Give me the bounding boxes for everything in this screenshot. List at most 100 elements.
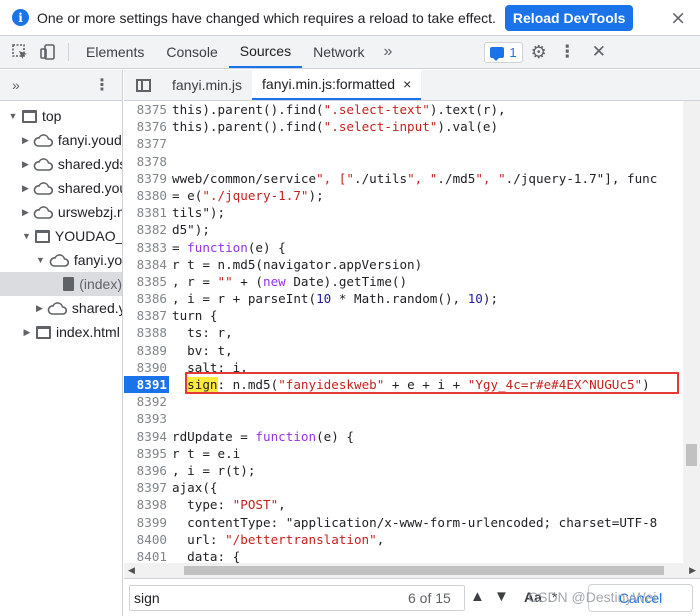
toggle-navigator-icon[interactable] <box>124 70 162 100</box>
code-line[interactable]: 8397 ajax({ <box>124 479 683 497</box>
tab-network[interactable]: Network <box>302 36 375 68</box>
tree-item[interactable]: ▶ fanyi.youdao.com <box>0 128 122 152</box>
code-line[interactable]: 8396, i = r(t); <box>124 461 683 480</box>
tree-item[interactable]: ▼ fanyi.youdao.com <box>0 248 122 272</box>
previous-match-icon[interactable]: ▲ <box>470 588 485 605</box>
line-number[interactable]: 8401 <box>124 547 169 563</box>
cancel-button[interactable]: Cancel <box>588 584 693 612</box>
tree-item[interactable]: ▼ YOUDAO_FANYI <box>0 224 122 248</box>
code-line[interactable]: 8394 rdUpdate = function(e) { <box>124 427 683 445</box>
vertical-scroll-thumb[interactable] <box>686 444 697 466</box>
line-number[interactable]: 8378 <box>124 152 169 170</box>
code-line[interactable]: 8400 url: "/bettertranslation", <box>124 530 683 548</box>
line-number[interactable]: 8379 <box>124 169 169 187</box>
code-line[interactable]: 8393 <box>124 410 683 428</box>
code-line[interactable]: 8385, r = "" + (new Date).getTime() <box>124 272 683 291</box>
collapsed-triangle-icon[interactable]: ▶ <box>22 327 32 338</box>
line-number[interactable]: 8383 <box>124 238 169 256</box>
code-line[interactable]: 8387 turn { <box>124 307 683 325</box>
collapsed-triangle-icon[interactable]: ▶ <box>22 135 29 146</box>
line-number[interactable]: 8397 <box>124 479 169 497</box>
code-line[interactable]: 8378 <box>124 152 683 170</box>
tree-item[interactable]: ▶ urswebzj.nosdn.127.net <box>0 200 122 224</box>
code-line[interactable]: 8399 contentType: "application/x-www-for… <box>124 513 683 531</box>
code-line[interactable]: 8382 d5"); <box>124 221 683 239</box>
match-case-button[interactable]: Aa <box>524 589 542 605</box>
code-line[interactable]: 8392 <box>124 393 683 411</box>
tree-item[interactable]: ▼ top <box>0 104 122 128</box>
tree-item[interactable]: ▶ shared.ydstatic.com <box>0 152 122 176</box>
expanded-triangle-icon[interactable]: ▼ <box>8 111 18 121</box>
tree-item[interactable]: ▶ shared.youdao.com <box>0 176 122 200</box>
code-line[interactable]: 8377 <box>124 135 683 153</box>
line-number[interactable]: 8398 <box>124 496 169 514</box>
line-number[interactable]: 8384 <box>124 255 169 273</box>
close-icon[interactable]: × <box>670 7 686 29</box>
line-number[interactable]: 8396 <box>124 461 169 480</box>
scroll-right-icon[interactable]: ▶ <box>689 565 696 576</box>
code-line[interactable]: 8389 bv: t, <box>124 341 683 359</box>
close-devtools-icon[interactable]: ✕ <box>592 36 606 68</box>
more-tabs-icon[interactable]: » <box>375 36 400 68</box>
gear-icon[interactable]: ⚙ <box>531 36 547 68</box>
horizontal-scrollbar[interactable]: ◀ ▶ <box>124 563 700 578</box>
vertical-scrollbar[interactable] <box>683 101 700 563</box>
reload-devtools-button[interactable]: Reload DevTools <box>504 4 634 31</box>
expanded-triangle-icon[interactable]: ▼ <box>36 255 45 265</box>
close-tab-icon[interactable]: × <box>403 76 411 92</box>
tree-item[interactable]: ▶ shared.ydstatic.com <box>0 296 122 320</box>
collapsed-triangle-icon[interactable]: ▶ <box>22 183 29 194</box>
line-number[interactable]: 8389 <box>124 341 169 359</box>
line-number[interactable]: 8380 <box>124 186 169 205</box>
next-match-icon[interactable]: ▼ <box>494 588 509 605</box>
device-toolbar-icon[interactable] <box>34 36 62 68</box>
line-number[interactable]: 8400 <box>124 530 169 548</box>
tab-elements[interactable]: Elements <box>75 36 155 68</box>
editor-tab-fanyi-min-js-formatted[interactable]: fanyi.min.js:formatted × <box>252 70 422 100</box>
horizontal-scroll-thumb[interactable] <box>184 566 664 575</box>
scroll-left-icon[interactable]: ◀ <box>128 565 135 576</box>
line-number[interactable]: 8377 <box>124 135 169 153</box>
inspect-element-icon[interactable] <box>6 36 34 68</box>
code-line[interactable]: 8388 ts: r, <box>124 324 683 342</box>
line-number[interactable]: 8391 <box>124 376 169 394</box>
navigator-menu-icon[interactable]: ⋮ <box>94 75 110 95</box>
line-number[interactable]: 8382 <box>124 221 169 239</box>
kebab-menu-icon[interactable]: ⋮ <box>559 36 576 68</box>
tab-sources[interactable]: Sources <box>228 36 303 68</box>
line-number[interactable]: 8392 <box>124 393 169 411</box>
line-number[interactable]: 8399 <box>124 513 169 531</box>
code-line[interactable]: 8386, i = r + parseInt(10 * Math.random(… <box>124 290 683 308</box>
code-line[interactable]: 8380 = e("./jquery-1.7"); <box>124 186 683 205</box>
code-line[interactable]: 8390 salt: i, <box>124 358 683 376</box>
line-number[interactable]: 8386 <box>124 290 169 308</box>
collapsed-triangle-icon[interactable]: ▶ <box>36 303 43 314</box>
line-number[interactable]: 8375 <box>124 101 169 119</box>
line-number[interactable]: 8387 <box>124 307 169 325</box>
expanded-triangle-icon[interactable]: ▼ <box>22 231 31 241</box>
editor-tab-fanyi-min-js[interactable]: fanyi.min.js <box>162 70 252 100</box>
line-number[interactable]: 8381 <box>124 204 169 222</box>
code-area[interactable]: 8375 this).parent().find(".select-text").… <box>124 101 683 563</box>
code-line[interactable]: 8376 this).parent().find(".select-input")… <box>124 118 683 136</box>
code-line[interactable]: 8391 sign: n.md5("fanyideskweb" + e + i … <box>124 376 683 394</box>
line-number[interactable]: 8395 <box>124 444 169 462</box>
code-line[interactable]: 8379 wweb/common/service", ["./utils", ".… <box>124 169 683 187</box>
tree-item[interactable]: ▶ index.html <box>0 320 122 344</box>
code-line[interactable]: 8401 data: { <box>124 547 683 563</box>
line-number[interactable]: 8388 <box>124 324 169 342</box>
code-line[interactable]: 8375 this).parent().find(".select-text").… <box>124 101 683 119</box>
regex-button[interactable]: .* <box>548 589 557 605</box>
code-line[interactable]: 8383 = function(e) { <box>124 238 683 256</box>
line-number[interactable]: 8376 <box>124 118 169 136</box>
line-number[interactable]: 8390 <box>124 358 169 376</box>
line-number[interactable]: 8385 <box>124 272 169 291</box>
tree-item[interactable]: (index) <box>0 272 122 296</box>
code-line[interactable]: 8381 tils"); <box>124 204 683 222</box>
code-line[interactable]: 8384 r t = n.md5(navigator.appVersion) <box>124 255 683 273</box>
line-number[interactable]: 8394 <box>124 427 169 445</box>
collapsed-triangle-icon[interactable]: ▶ <box>22 207 29 218</box>
collapsed-triangle-icon[interactable]: ▶ <box>22 159 29 170</box>
code-line[interactable]: 8395 r t = e.i <box>124 444 683 462</box>
line-number[interactable]: 8393 <box>124 410 169 428</box>
